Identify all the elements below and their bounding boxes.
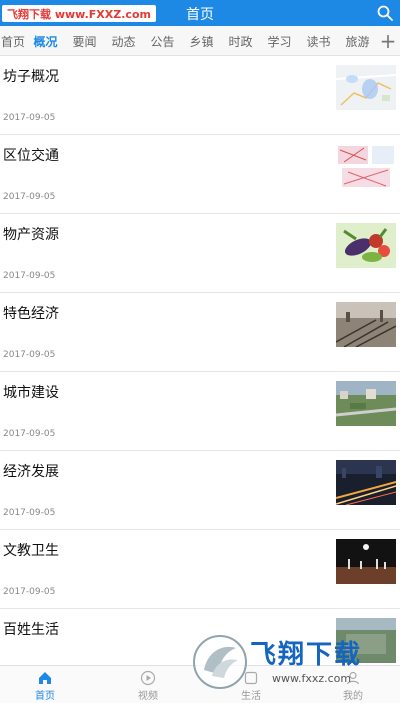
list-item[interactable]: 坊子概况 2017-09-05 (0, 56, 400, 135)
tab-reading[interactable]: 读书 (299, 33, 338, 50)
search-icon[interactable] (376, 4, 394, 22)
article-title: 百姓生活 (3, 622, 59, 638)
nav-home-label: 首页 (35, 691, 55, 702)
home-icon (39, 672, 51, 684)
add-tab-button[interactable]: + (376, 26, 400, 55)
watermark-label: 飞翔下载 (250, 640, 363, 670)
city-thumbnail (336, 381, 396, 426)
tab-towns[interactable]: 乡镇 (182, 33, 221, 50)
article-date: 2017-09-05 (3, 192, 56, 202)
list-item[interactable]: 文教卫生 2017-09-05 (0, 530, 400, 609)
category-tab-bar: 首页 概况 要闻 动态 公告 乡镇 时政 学习 读书 旅游 + (0, 26, 400, 56)
tab-overview[interactable]: 概况 (26, 33, 65, 50)
article-date: 2017-09-05 (3, 508, 56, 518)
article-date: 2017-09-05 (3, 587, 56, 597)
list-item[interactable]: 经济发展 2017-09-05 (0, 451, 400, 530)
watermark-logo-icon (193, 635, 247, 689)
list-item[interactable]: 城市建设 2017-09-05 (0, 372, 400, 451)
nav-home[interactable]: 首页 (15, 670, 75, 702)
article-title: 区位交通 (3, 148, 59, 164)
nav-video[interactable]: 视频 (118, 670, 178, 702)
basketball-thumbnail (336, 539, 396, 584)
play-icon (140, 670, 156, 686)
map-thumbnail (336, 65, 396, 110)
tab-notice[interactable]: 公告 (143, 33, 182, 50)
traffic-map-thumbnail (336, 144, 396, 189)
vegetables-thumbnail (336, 223, 396, 268)
article-date: 2017-09-05 (3, 429, 56, 439)
page-title: 首页 (186, 7, 214, 23)
tab-home[interactable]: 首页 (0, 33, 26, 50)
top-bar: 飞翔下载 www.FXXZ.com 首页 (0, 0, 400, 26)
tab-politics[interactable]: 时政 (221, 33, 260, 50)
tab-travel[interactable]: 旅游 (338, 33, 377, 50)
watermark-url: www.fxxz.com (272, 672, 352, 685)
tab-dynamics[interactable]: 动态 (104, 33, 143, 50)
list-item[interactable]: 区位交通 2017-09-05 (0, 135, 400, 214)
article-date: 2017-09-05 (3, 271, 56, 281)
article-title: 经济发展 (3, 464, 59, 480)
article-date: 2017-09-05 (3, 113, 56, 123)
railway-thumbnail (336, 302, 396, 347)
article-title: 物产资源 (3, 227, 59, 243)
article-title: 特色经济 (3, 306, 59, 322)
tab-study[interactable]: 学习 (260, 33, 299, 50)
article-title: 城市建设 (3, 385, 59, 401)
nav-video-label: 视频 (138, 691, 158, 702)
list-item[interactable]: 特色经济 2017-09-05 (0, 293, 400, 372)
article-title: 文教卫生 (3, 543, 59, 559)
list-item[interactable]: 物产资源 2017-09-05 (0, 214, 400, 293)
watermark: 飞翔下载 www.fxxz.com (190, 628, 398, 703)
article-date: 2017-09-05 (3, 350, 56, 360)
night-road-thumbnail (336, 460, 396, 505)
tab-news[interactable]: 要闻 (65, 33, 104, 50)
article-title: 坊子概况 (3, 69, 59, 85)
article-list: 坊子概况 2017-09-05 区位交通 2017-09-05 物产资源 201… (0, 56, 400, 688)
